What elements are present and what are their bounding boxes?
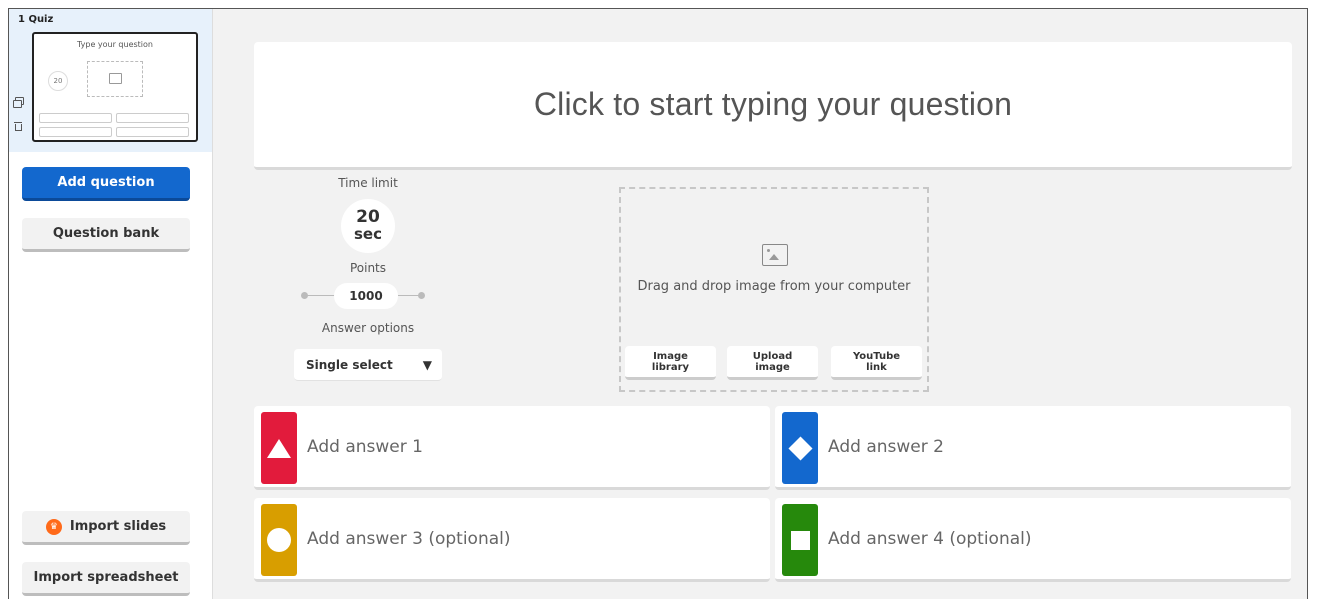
slide-thumbnail[interactable]: Type your question 20 — [32, 32, 198, 142]
answer-4-input[interactable]: Add answer 4 (optional) — [828, 498, 1032, 579]
time-value: 20 — [356, 207, 380, 227]
points-line — [305, 295, 335, 296]
diamond-icon — [787, 435, 813, 461]
button-line: image — [755, 361, 790, 373]
thumbnail-answer — [116, 113, 189, 123]
answer-1-color — [261, 412, 297, 484]
answer-1[interactable]: Add answer 1 — [254, 406, 770, 490]
add-question-button[interactable]: Add question — [22, 167, 190, 201]
import-slides-label: Import slides — [69, 519, 167, 534]
points-label: Points — [349, 261, 387, 275]
points-value[interactable]: 1000 — [334, 283, 398, 309]
answer-4-color — [782, 504, 818, 576]
sidebar: 1 Quiz Type your question 20 Add questio… — [9, 9, 213, 599]
answer-3[interactable]: Add answer 3 (optional) — [254, 498, 770, 582]
image-library-button[interactable]: Image library — [625, 346, 716, 380]
question-settings: Time limit 20 sec Points 1000 Answer opt… — [293, 176, 443, 381]
answer-2-input[interactable]: Add answer 2 — [828, 406, 944, 487]
image-icon — [109, 73, 122, 84]
time-limit-selector[interactable]: 20 sec — [341, 199, 395, 253]
question-input[interactable]: Click to start typing your question — [254, 42, 1292, 170]
answer-options-select[interactable]: Single select ▼ — [294, 349, 442, 381]
editor-canvas: Click to start typing your question Time… — [213, 9, 1307, 599]
answer-2[interactable]: Add answer 2 — [775, 406, 1291, 490]
button-line: link — [866, 361, 887, 373]
circle-icon — [267, 528, 291, 552]
thumbnail-media — [87, 61, 143, 97]
answer-options-value: Single select — [306, 357, 393, 372]
points-dot — [418, 292, 425, 299]
answer-4[interactable]: Add answer 4 (optional) — [775, 498, 1291, 582]
slide-title: 1 Quiz — [18, 14, 54, 25]
image-icon — [762, 244, 788, 266]
trash-icon[interactable] — [13, 121, 23, 131]
time-limit-label: Time limit — [338, 176, 398, 190]
answer-3-input[interactable]: Add answer 3 (optional) — [307, 498, 511, 579]
button-line: library — [651, 361, 690, 373]
button-line: YouTube — [852, 350, 901, 362]
thumbnail-answer — [116, 127, 189, 137]
answer-3-color — [261, 504, 297, 576]
thumbnail-time: 20 — [48, 71, 68, 91]
youtube-link-button[interactable]: YouTube link — [831, 346, 922, 380]
button-line: Upload — [752, 350, 793, 362]
thumbnail-answer — [39, 127, 112, 137]
button-line: Image — [653, 350, 688, 362]
points-line — [398, 295, 420, 296]
app-frame: 1 Quiz Type your question 20 Add questio… — [8, 8, 1308, 599]
thumbnail-question: Type your question — [76, 40, 153, 49]
triangle-icon — [267, 438, 291, 458]
media-dropzone[interactable]: Drag and drop image from your computer I… — [619, 187, 929, 392]
answer-2-color — [782, 412, 818, 484]
slide-item-1[interactable]: 1 Quiz Type your question 20 — [9, 9, 212, 152]
thumbnail-answer — [39, 113, 112, 123]
answer-1-input[interactable]: Add answer 1 — [307, 406, 423, 487]
import-spreadsheet-button[interactable]: Import spreadsheet — [22, 562, 190, 596]
points-selector[interactable]: 1000 — [293, 283, 443, 309]
crown-icon: ♛ — [45, 518, 62, 535]
chevron-down-icon: ▼ — [422, 357, 432, 372]
question-bank-button[interactable]: Question bank — [22, 218, 190, 252]
dropzone-text: Drag and drop image from your computer — [637, 279, 911, 294]
square-icon — [790, 530, 810, 550]
duplicate-icon[interactable] — [13, 97, 24, 108]
answer-options-label: Answer options — [321, 321, 415, 335]
time-unit: sec — [354, 225, 382, 243]
upload-image-button[interactable]: Upload image — [727, 346, 818, 380]
import-slides-button[interactable]: ♛ Import slides — [22, 511, 190, 545]
slide-tools — [13, 97, 25, 145]
